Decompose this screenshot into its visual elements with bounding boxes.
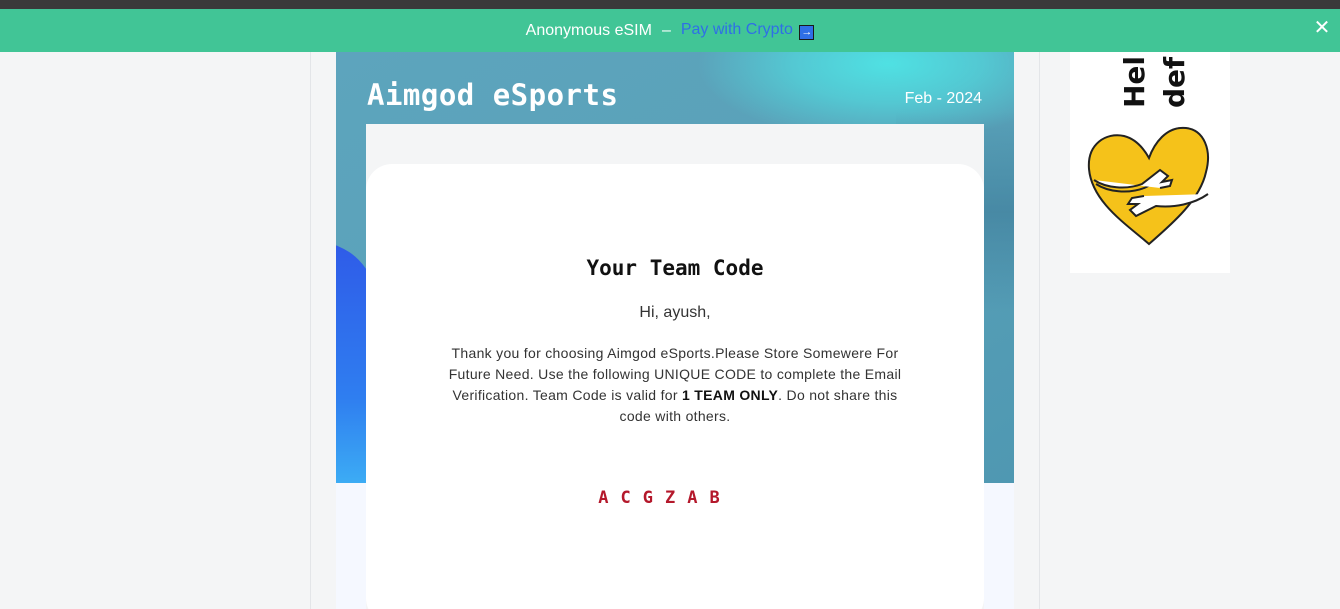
pay-with-crypto-link[interactable]: Pay with Crypto → [681, 21, 815, 40]
ad-text-line-2: def [1158, 56, 1188, 108]
close-icon[interactable]: ✕ [1312, 18, 1332, 38]
arrow-right-icon: → [799, 25, 815, 40]
browser-top-strip [0, 0, 1340, 9]
heart-hug-icon [1087, 126, 1209, 246]
message-bold: 1 TEAM ONLY [682, 387, 779, 403]
brand-title: Aimgod eSports [367, 78, 619, 112]
email-date: Feb - 2024 [904, 90, 982, 107]
message-text: Thank you for choosing Aimgod eSports.Pl… [440, 343, 910, 427]
greeting: Hi, ayush, [639, 304, 711, 321]
ad-text: Hel def [1108, 52, 1188, 108]
banner-separator: – [661, 21, 671, 39]
promo-banner: Anonymous eSIM – Pay with Crypto → ✕ [0, 9, 1340, 52]
ad-text-line-1: Hel [1118, 55, 1151, 108]
team-code: ACGZAB [598, 488, 732, 508]
banner-text: Anonymous eSIM [525, 21, 652, 39]
pay-with-crypto-label: Pay with Crypto [680, 21, 793, 38]
